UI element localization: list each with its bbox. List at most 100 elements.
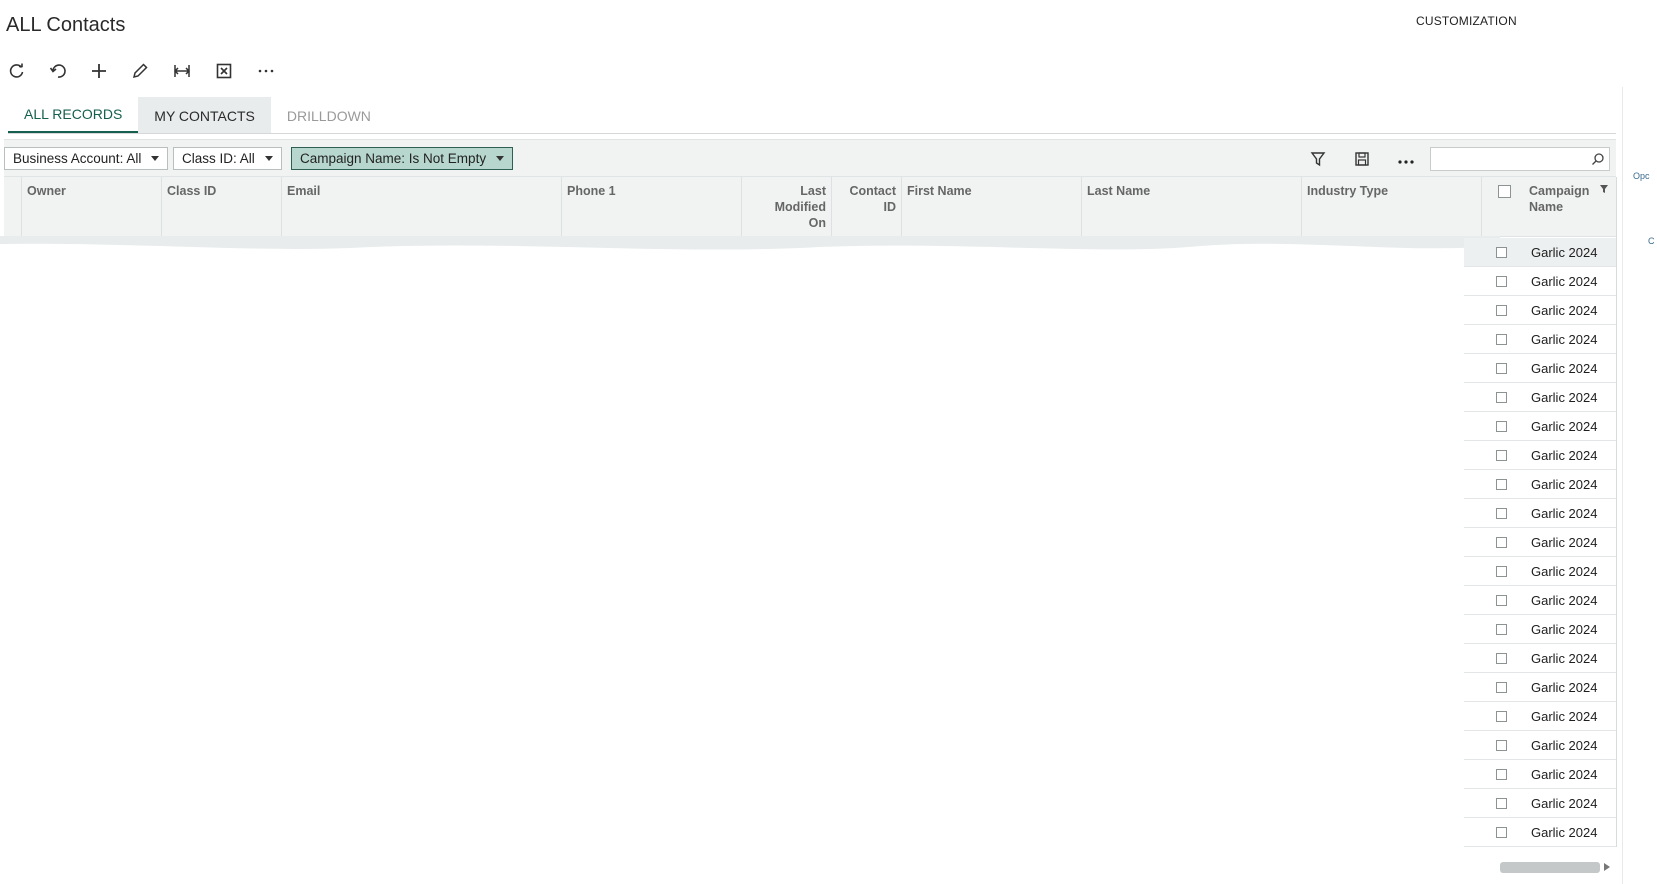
row-checkbox[interactable] [1496, 479, 1507, 490]
row-checkbox[interactable] [1496, 827, 1507, 838]
filter-label: Campaign Name: Is Not Empty [300, 151, 487, 166]
undo-icon[interactable] [45, 58, 71, 84]
tab-all-records[interactable]: ALL RECORDS [8, 97, 139, 134]
table-row[interactable]: Garlic 2024 [1464, 557, 1616, 586]
tab-drilldown[interactable]: DRILLDOWN [271, 97, 387, 134]
table-row[interactable]: Garlic 2024 [1464, 673, 1616, 702]
table-row[interactable]: Garlic 2024 [1464, 789, 1616, 818]
table-row[interactable]: Garlic 2024 [1464, 296, 1616, 325]
scroll-right-icon[interactable] [1604, 863, 1610, 871]
table-row[interactable]: Garlic 2024 [1464, 441, 1616, 470]
table-row[interactable]: Garlic 2024 [1464, 383, 1616, 412]
row-checkbox[interactable] [1496, 769, 1507, 780]
grid-more-icon[interactable] [1395, 148, 1417, 170]
search-input[interactable] [1430, 147, 1610, 171]
campaign-name-cell: Garlic 2024 [1531, 274, 1598, 289]
column-label-line: ID [883, 200, 897, 214]
column-campaign-name[interactable]: Campaign Name [1524, 177, 1616, 237]
select-all-header[interactable] [1482, 177, 1524, 237]
tab-my-contacts[interactable]: MY CONTACTS [138, 97, 271, 134]
add-icon[interactable] [86, 58, 112, 84]
table-row[interactable]: Garlic 2024 [1464, 586, 1616, 615]
campaign-name-cell: Garlic 2024 [1531, 477, 1598, 492]
row-checkbox[interactable] [1496, 508, 1507, 519]
export-excel-icon[interactable] [211, 58, 237, 84]
row-checkbox[interactable] [1496, 421, 1507, 432]
row-checkbox[interactable] [1496, 595, 1507, 606]
row-checkbox[interactable] [1496, 653, 1507, 664]
column-contact-id[interactable]: Contact ID [832, 177, 902, 237]
table-row[interactable]: Garlic 2024 [1464, 528, 1616, 557]
campaign-name-cell: Garlic 2024 [1531, 564, 1598, 579]
column-label-line: Name [1529, 200, 1564, 214]
row-checkbox[interactable] [1496, 276, 1507, 287]
column-label: Phone 1 [567, 184, 616, 198]
campaign-name-cell: Garlic 2024 [1531, 419, 1598, 434]
column-email[interactable]: Email [282, 177, 562, 237]
row-checkbox[interactable] [1496, 740, 1507, 751]
campaign-name-cell: Garlic 2024 [1531, 506, 1598, 521]
campaign-name-cell: Garlic 2024 [1531, 796, 1598, 811]
table-row[interactable]: Garlic 2024 [1464, 731, 1616, 760]
row-checkbox[interactable] [1496, 334, 1507, 345]
campaign-name-cell: Garlic 2024 [1531, 709, 1598, 724]
table-row[interactable]: Garlic 2024 [1464, 238, 1616, 267]
campaign-name-cell: Garlic 2024 [1531, 390, 1598, 405]
search-icon [1592, 153, 1604, 165]
filter-campaign-name[interactable]: Campaign Name: Is Not Empty [291, 147, 514, 170]
column-class-id[interactable]: Class ID [162, 177, 282, 237]
table-row[interactable]: Garlic 2024 [1464, 702, 1616, 731]
row-checkbox[interactable] [1496, 711, 1507, 722]
row-checkbox[interactable] [1496, 363, 1507, 374]
row-checkbox[interactable] [1496, 247, 1507, 258]
filter-class-id[interactable]: Class ID: All [173, 147, 282, 170]
row-checkbox[interactable] [1496, 392, 1507, 403]
panel-divider [1622, 87, 1623, 884]
table-row[interactable]: Garlic 2024 [1464, 354, 1616, 383]
row-checkbox[interactable] [1496, 624, 1507, 635]
campaign-name-cell: Garlic 2024 [1531, 535, 1598, 550]
row-checkbox[interactable] [1496, 537, 1507, 548]
page-title: ALL Contacts [6, 14, 126, 36]
customization-menu[interactable]: CUSTOMIZATION [1416, 14, 1517, 28]
horizontal-scrollbar[interactable] [1500, 862, 1600, 873]
edit-icon[interactable] [127, 58, 153, 84]
filter-icon[interactable] [1307, 148, 1329, 170]
filter-business-account[interactable]: Business Account: All [4, 147, 169, 170]
column-first-name[interactable]: First Name [902, 177, 1082, 237]
column-last-name[interactable]: Last Name [1082, 177, 1302, 237]
fit-to-screen-icon[interactable] [169, 58, 195, 84]
refresh-icon[interactable] [4, 58, 30, 84]
table-row[interactable]: Garlic 2024 [1464, 325, 1616, 354]
row-checkbox[interactable] [1496, 798, 1507, 809]
table-row[interactable]: Garlic 2024 [1464, 267, 1616, 296]
column-label-line: Contact [849, 184, 896, 198]
campaign-name-cell: Garlic 2024 [1531, 651, 1598, 666]
campaign-name-cell: Garlic 2024 [1531, 245, 1598, 260]
table-row[interactable]: Garlic 2024 [1464, 818, 1616, 847]
campaign-name-cell: Garlic 2024 [1531, 622, 1598, 637]
table-row[interactable]: Garlic 2024 [1464, 644, 1616, 673]
select-all-checkbox[interactable] [1498, 185, 1511, 198]
filter-label: Business Account: All [13, 151, 142, 166]
column-last-modified-on[interactable]: Last Modified On [742, 177, 832, 237]
column-label: Email [287, 184, 321, 198]
tabs-divider [8, 133, 1616, 134]
column-owner[interactable]: Owner [22, 177, 162, 237]
more-icon[interactable] [253, 58, 279, 84]
column-industry-type[interactable]: Industry Type [1302, 177, 1482, 237]
column-filter-icon[interactable] [1600, 185, 1608, 193]
row-checkbox[interactable] [1496, 305, 1507, 316]
campaign-name-cell: Garlic 2024 [1531, 680, 1598, 695]
table-row[interactable]: Garlic 2024 [1464, 760, 1616, 789]
row-checkbox[interactable] [1496, 566, 1507, 577]
table-row[interactable]: Garlic 2024 [1464, 412, 1616, 441]
table-row[interactable]: Garlic 2024 [1464, 470, 1616, 499]
table-row[interactable]: Garlic 2024 [1464, 499, 1616, 528]
row-checkbox[interactable] [1496, 450, 1507, 461]
row-checkbox[interactable] [1496, 682, 1507, 693]
campaign-name-cell: Garlic 2024 [1531, 825, 1598, 840]
column-phone1[interactable]: Phone 1 [562, 177, 742, 237]
table-row[interactable]: Garlic 2024 [1464, 615, 1616, 644]
save-icon[interactable] [1351, 148, 1373, 170]
